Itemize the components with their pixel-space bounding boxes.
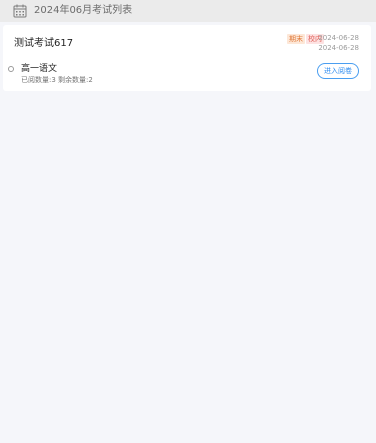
enter-grading-button[interactable]: 进入阅卷 bbox=[317, 63, 359, 79]
bullet-icon bbox=[8, 66, 14, 72]
exam-card: 测试考试617 期末 校内 2024-06-28 2024-06-28 高一语文… bbox=[3, 25, 371, 91]
month-title: 2024年06月考试列表 bbox=[34, 5, 133, 16]
exam-list-page: 2024年06月考试列表 测试考试617 期末 校内 2024-06-28 20… bbox=[0, 0, 376, 443]
exam-end-date: 2024-06-28 bbox=[318, 44, 359, 52]
subject-stats: 已阅数量:3 剩余数量:2 bbox=[21, 76, 93, 84]
exam-start-date: 2024-06-28 bbox=[318, 34, 359, 42]
month-header: 2024年06月考试列表 bbox=[0, 0, 376, 22]
calendar-icon bbox=[13, 3, 27, 18]
subject-name: 高一语文 bbox=[21, 64, 58, 74]
exam-name: 测试考试617 bbox=[14, 38, 74, 49]
exam-type-tag: 期末 bbox=[287, 34, 305, 44]
subject-row: 高一语文 已阅数量:3 剩余数量:2 进入阅卷 bbox=[3, 61, 371, 87]
